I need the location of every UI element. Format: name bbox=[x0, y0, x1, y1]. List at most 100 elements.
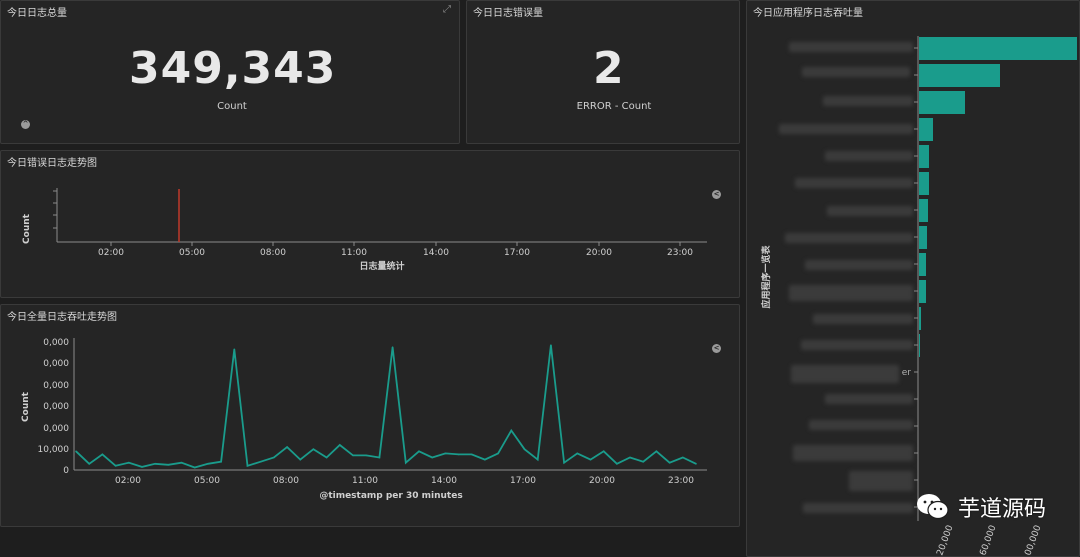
redacted-label bbox=[825, 394, 913, 404]
bar bbox=[919, 280, 926, 303]
redacted-label bbox=[789, 42, 913, 52]
redacted-label bbox=[823, 96, 913, 106]
x-axis-label: @timestamp per 30 minutes bbox=[319, 491, 462, 501]
bar bbox=[919, 334, 920, 357]
bar bbox=[919, 91, 965, 114]
bar bbox=[919, 145, 929, 168]
data-point bbox=[431, 456, 434, 459]
metric-label: ERROR - Count bbox=[576, 101, 652, 112]
data-point bbox=[220, 460, 222, 463]
watermark: 芋道源码 bbox=[916, 491, 1046, 523]
redacted-label bbox=[805, 260, 913, 270]
x-tick-label: 23:00 bbox=[668, 476, 694, 486]
x-tick-label: 02:00 bbox=[115, 476, 141, 486]
panel-total-logs: 今日日志总量 ⤢ 349,343 Count ^ bbox=[0, 0, 460, 144]
dashboard: 今日日志总量 ⤢ 349,343 Count ^ 今日日志错误量 2 ERROR… bbox=[0, 0, 1080, 557]
data-point bbox=[88, 463, 90, 465]
bar bbox=[919, 253, 926, 276]
bar bbox=[919, 307, 921, 330]
x-tick-label: 20:00 bbox=[586, 248, 612, 258]
wechat-icon bbox=[916, 494, 949, 520]
data-point bbox=[378, 456, 381, 459]
redacted-label bbox=[849, 471, 913, 491]
panel-error-logs: 今日日志错误量 2 ERROR - Count bbox=[466, 0, 740, 144]
x-tick-label: 08:00 bbox=[260, 248, 286, 258]
data-point bbox=[259, 460, 262, 463]
y-tick-label: 0,000 bbox=[43, 424, 69, 434]
x-ticks-throughput: 02:00 05:00 08:00 11:00 14:00 17:00 20:0… bbox=[115, 476, 694, 486]
x-tick-label: 05:00 bbox=[179, 248, 205, 258]
data-point bbox=[536, 458, 539, 461]
x-tick-label: 08:00 bbox=[273, 476, 299, 486]
y-axis-label: Count bbox=[22, 213, 32, 244]
data-point bbox=[180, 461, 183, 464]
y-tick-label: 0,000 bbox=[43, 381, 69, 391]
watermark-text: 芋道源码 bbox=[957, 497, 1046, 522]
redacted-label bbox=[813, 314, 913, 324]
data-point bbox=[682, 456, 684, 459]
data-point bbox=[391, 346, 394, 348]
bar bbox=[919, 64, 1000, 87]
data-point bbox=[629, 456, 631, 459]
x-ticks-error: 02:00 05:00 08:00 11:00 14:00 17:00 20:0… bbox=[98, 242, 693, 258]
x-tick-label: 20:00 bbox=[589, 476, 615, 486]
x-tick-label: 02:00 bbox=[98, 248, 124, 258]
redacted-label bbox=[795, 178, 913, 188]
redacted-label bbox=[809, 420, 913, 430]
y-ticks-app bbox=[914, 47, 918, 508]
y-axis-label: Count bbox=[21, 391, 31, 422]
data-point bbox=[642, 460, 644, 463]
redacted-label bbox=[791, 365, 899, 383]
y-tick-label: 10,000 bbox=[38, 445, 70, 455]
redacted-label bbox=[779, 124, 913, 134]
data-point bbox=[418, 450, 420, 453]
data-point bbox=[405, 461, 407, 464]
data-point bbox=[286, 446, 288, 448]
redacted-label bbox=[801, 340, 913, 350]
app-throughput-chart: 应用程序一览表 er 20,000 60,000 00,000 bbox=[760, 36, 1077, 557]
chevron-up-icon[interactable]: ^ bbox=[21, 120, 30, 129]
y-tick-label: 0,000 bbox=[43, 402, 69, 412]
x-tick-label: 60,000 bbox=[978, 524, 998, 557]
data-point bbox=[457, 453, 460, 456]
bar bbox=[919, 37, 1077, 60]
x-tick-label: 05:00 bbox=[194, 476, 220, 486]
data-point bbox=[510, 429, 513, 432]
x-tick-label: 11:00 bbox=[352, 476, 378, 486]
metric-value: 2 bbox=[593, 43, 625, 94]
series-line bbox=[75, 345, 697, 469]
data-point bbox=[141, 466, 143, 468]
redacted-label bbox=[827, 206, 913, 216]
panel-app-throughput: 今日应用程序日志吞吐量 应用程序一览表 er 20,000 60,000 00,… bbox=[746, 0, 1080, 557]
panel-title: 今日日志总量 bbox=[7, 8, 67, 19]
expand-icon[interactable]: ⤢ bbox=[443, 4, 451, 15]
x-tick-label: 23:00 bbox=[667, 248, 693, 258]
metric-label: Count bbox=[217, 101, 247, 112]
data-point bbox=[154, 463, 156, 465]
redacted-label bbox=[785, 233, 913, 243]
y-tick-label: 0,000 bbox=[43, 338, 69, 348]
panel-error-trend: 今日错误日志走势图 < Count 02:00 05:00 08:00 11:0… bbox=[0, 150, 740, 298]
data-point bbox=[695, 463, 697, 465]
redacted-label bbox=[793, 445, 913, 461]
data-point bbox=[167, 464, 170, 466]
redacted-label bbox=[789, 285, 913, 301]
bar bbox=[919, 118, 933, 141]
data-point bbox=[616, 463, 618, 465]
data-point bbox=[563, 461, 565, 464]
data-point bbox=[655, 450, 658, 453]
bar bbox=[919, 226, 927, 249]
data-point bbox=[484, 458, 486, 461]
x-tick-label: 17:00 bbox=[504, 248, 530, 258]
x-tick-label: 20,000 bbox=[935, 524, 955, 557]
redacted-label bbox=[803, 503, 913, 513]
x-tick-label: 14:00 bbox=[431, 476, 457, 486]
data-point bbox=[470, 453, 473, 456]
data-point bbox=[365, 454, 368, 457]
data-point bbox=[273, 456, 275, 459]
data-point bbox=[602, 450, 605, 453]
x-tick-label: 11:00 bbox=[341, 248, 367, 258]
panel-throughput-trend: 今日全量日志吞吐走势图 < Count 0,000 0,000 0,000 0,… bbox=[0, 304, 740, 527]
x-axis-label: 日志量统计 bbox=[359, 260, 404, 272]
data-point bbox=[576, 452, 579, 455]
